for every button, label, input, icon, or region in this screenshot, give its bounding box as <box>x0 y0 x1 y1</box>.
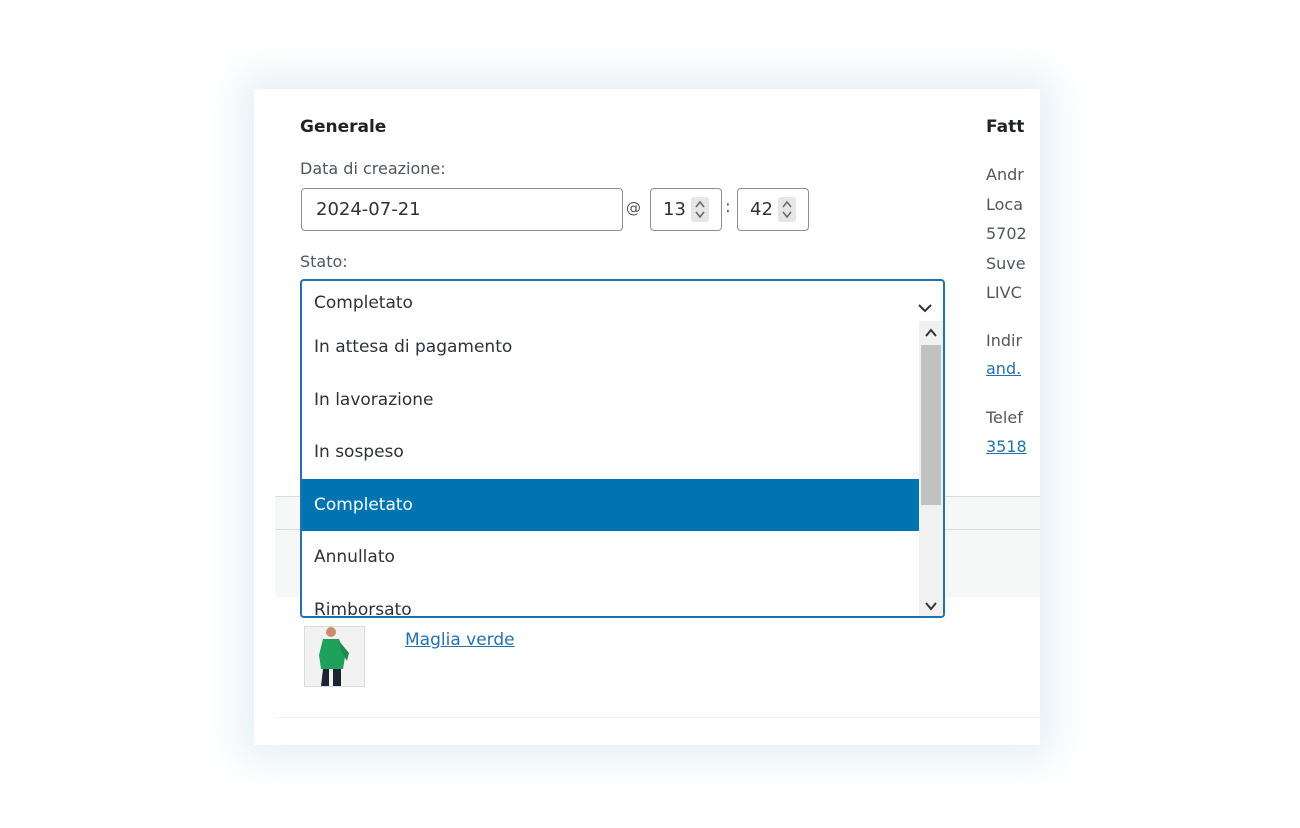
chevron-up-icon[interactable] <box>925 323 937 342</box>
billing-address-line: 5702 <box>986 224 1027 243</box>
billing-address-line: Andr <box>986 165 1024 184</box>
scrollbar-thumb[interactable] <box>921 345 941 505</box>
minute-input[interactable]: 42 <box>737 188 809 231</box>
status-options-list: In attesa di pagamento In lavorazione In s… <box>302 321 919 617</box>
billing-address-line: Suve <box>986 254 1026 273</box>
hour-input[interactable]: 13 <box>650 188 722 231</box>
status-option[interactable]: In lavorazione <box>302 374 919 427</box>
billing-section-title: Fatt <box>986 117 1025 137</box>
dropdown-scrollbar[interactable] <box>919 321 943 616</box>
product-name-link[interactable]: Maglia verde <box>405 630 515 650</box>
status-option[interactable]: In sospeso <box>302 426 919 479</box>
time-separator: : <box>725 197 731 217</box>
billing-address-line: Loca <box>986 195 1024 214</box>
email-link[interactable]: and. <box>986 359 1021 378</box>
hour-spinner-icon[interactable] <box>691 197 709 222</box>
minute-spinner-icon[interactable] <box>778 197 796 222</box>
chevron-down-icon[interactable] <box>925 596 937 615</box>
divider <box>275 717 1040 718</box>
at-sign: @ <box>626 199 641 217</box>
page-background: Generale Data di creazione: 2024-07-21 @… <box>0 0 1300 828</box>
status-label: Stato: <box>300 252 348 271</box>
status-option[interactable]: Rimborsato <box>302 584 919 617</box>
minute-value: 42 <box>750 199 772 220</box>
status-option[interactable]: Annullato <box>302 531 919 584</box>
status-option[interactable]: In attesa di pagamento <box>302 321 919 374</box>
creation-date-label: Data di creazione: <box>300 159 446 178</box>
general-section-title: Generale <box>300 117 387 137</box>
status-option[interactable]: Completato <box>302 478 919 531</box>
status-select[interactable]: Completato In attesa di pagamento In lavo… <box>300 279 945 618</box>
product-thumbnail <box>304 626 365 687</box>
phone-link[interactable]: 3518 <box>986 437 1027 456</box>
email-label: Indir <box>986 331 1023 350</box>
order-details-panel: Generale Data di creazione: 2024-07-21 @… <box>254 89 1040 745</box>
billing-address-line: LIVC <box>986 283 1022 302</box>
status-select-value: Completato <box>314 293 413 313</box>
phone-label: Telef <box>986 408 1023 427</box>
hour-value: 13 <box>663 199 685 220</box>
creation-date-input[interactable]: 2024-07-21 <box>301 188 623 231</box>
chevron-down-icon[interactable] <box>917 298 933 317</box>
